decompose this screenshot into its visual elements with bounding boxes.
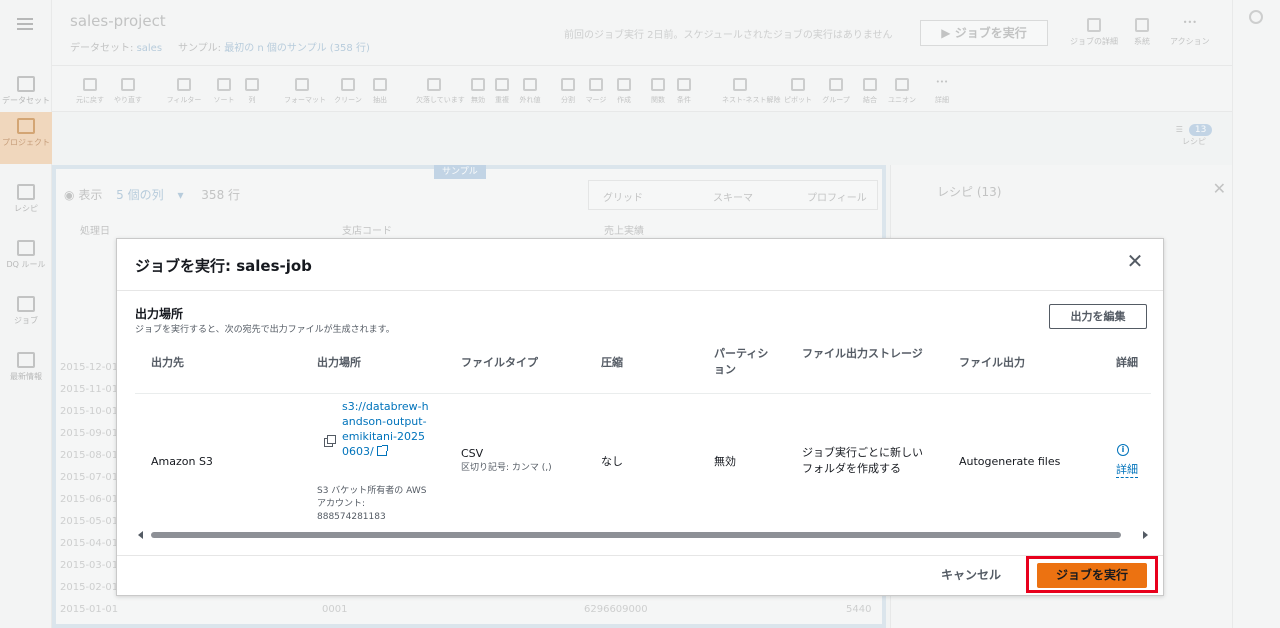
scroll-right-icon[interactable] <box>1143 531 1148 539</box>
file-type-cell: CSV 区切り記号: カンマ (,) <box>461 446 552 476</box>
modal-header: ジョブを実行: sales-job ✕ <box>117 239 1163 291</box>
details-link[interactable]: 詳細 <box>1116 461 1138 478</box>
location-cell: s3://databrew-handson-output-emikitani-2… <box>342 399 430 459</box>
storage-cell: ジョブ実行ごとに新しいフォルダを作成する <box>802 446 923 475</box>
output-section-description: ジョブを実行すると、次の宛先で出力ファイルが生成されます。 <box>135 325 395 335</box>
edit-outputs-button[interactable]: 出力を編集 <box>1049 304 1147 329</box>
column-header-compression: 圧縮 <box>601 356 623 369</box>
copy-icon[interactable] <box>324 435 336 447</box>
run-job-modal: ジョブを実行: sales-job ✕ 出力場所 ジョブを実行すると、次の宛先で… <box>116 238 1164 596</box>
column-header-destination: 出力先 <box>151 356 184 369</box>
info-icon: i <box>1117 444 1129 456</box>
destination-cell: Amazon S3 <box>151 455 213 468</box>
column-header-partition: パーティション <box>714 347 769 376</box>
column-header-location: 出力場所 <box>317 356 361 369</box>
output-section-title: 出力場所 <box>135 307 184 321</box>
bucket-owner-info: S3 バケット所有者の AWS アカウント: 888574281183 <box>317 486 427 522</box>
horizontal-scrollbar[interactable] <box>135 529 1151 541</box>
modal-title: ジョブを実行: sales-job <box>135 257 312 275</box>
file-output-cell: Autogenerate files <box>959 455 1061 468</box>
bucket-owner-account: 888574281183 <box>317 512 386 522</box>
modal-footer-divider <box>117 555 1163 556</box>
run-job-highlight-box <box>1026 556 1158 593</box>
cancel-button[interactable]: キャンセル <box>941 566 1001 583</box>
scrollbar-thumb[interactable] <box>151 532 1121 538</box>
external-link-icon <box>376 445 388 456</box>
column-header-file-type: ファイルタイプ <box>461 356 538 369</box>
column-header-details: 詳細 <box>1116 356 1138 369</box>
column-header-storage: ファイル出力ストレージ <box>802 347 923 360</box>
column-header-file-output: ファイル出力 <box>959 356 1025 369</box>
partition-cell: 無効 <box>714 455 736 468</box>
scroll-left-icon[interactable] <box>138 531 143 539</box>
close-icon[interactable]: ✕ <box>1125 251 1145 271</box>
table-divider <box>135 393 1151 394</box>
compression-cell: なし <box>601 455 623 468</box>
delimiter-info: 区切り記号: カンマ (,) <box>461 463 552 473</box>
